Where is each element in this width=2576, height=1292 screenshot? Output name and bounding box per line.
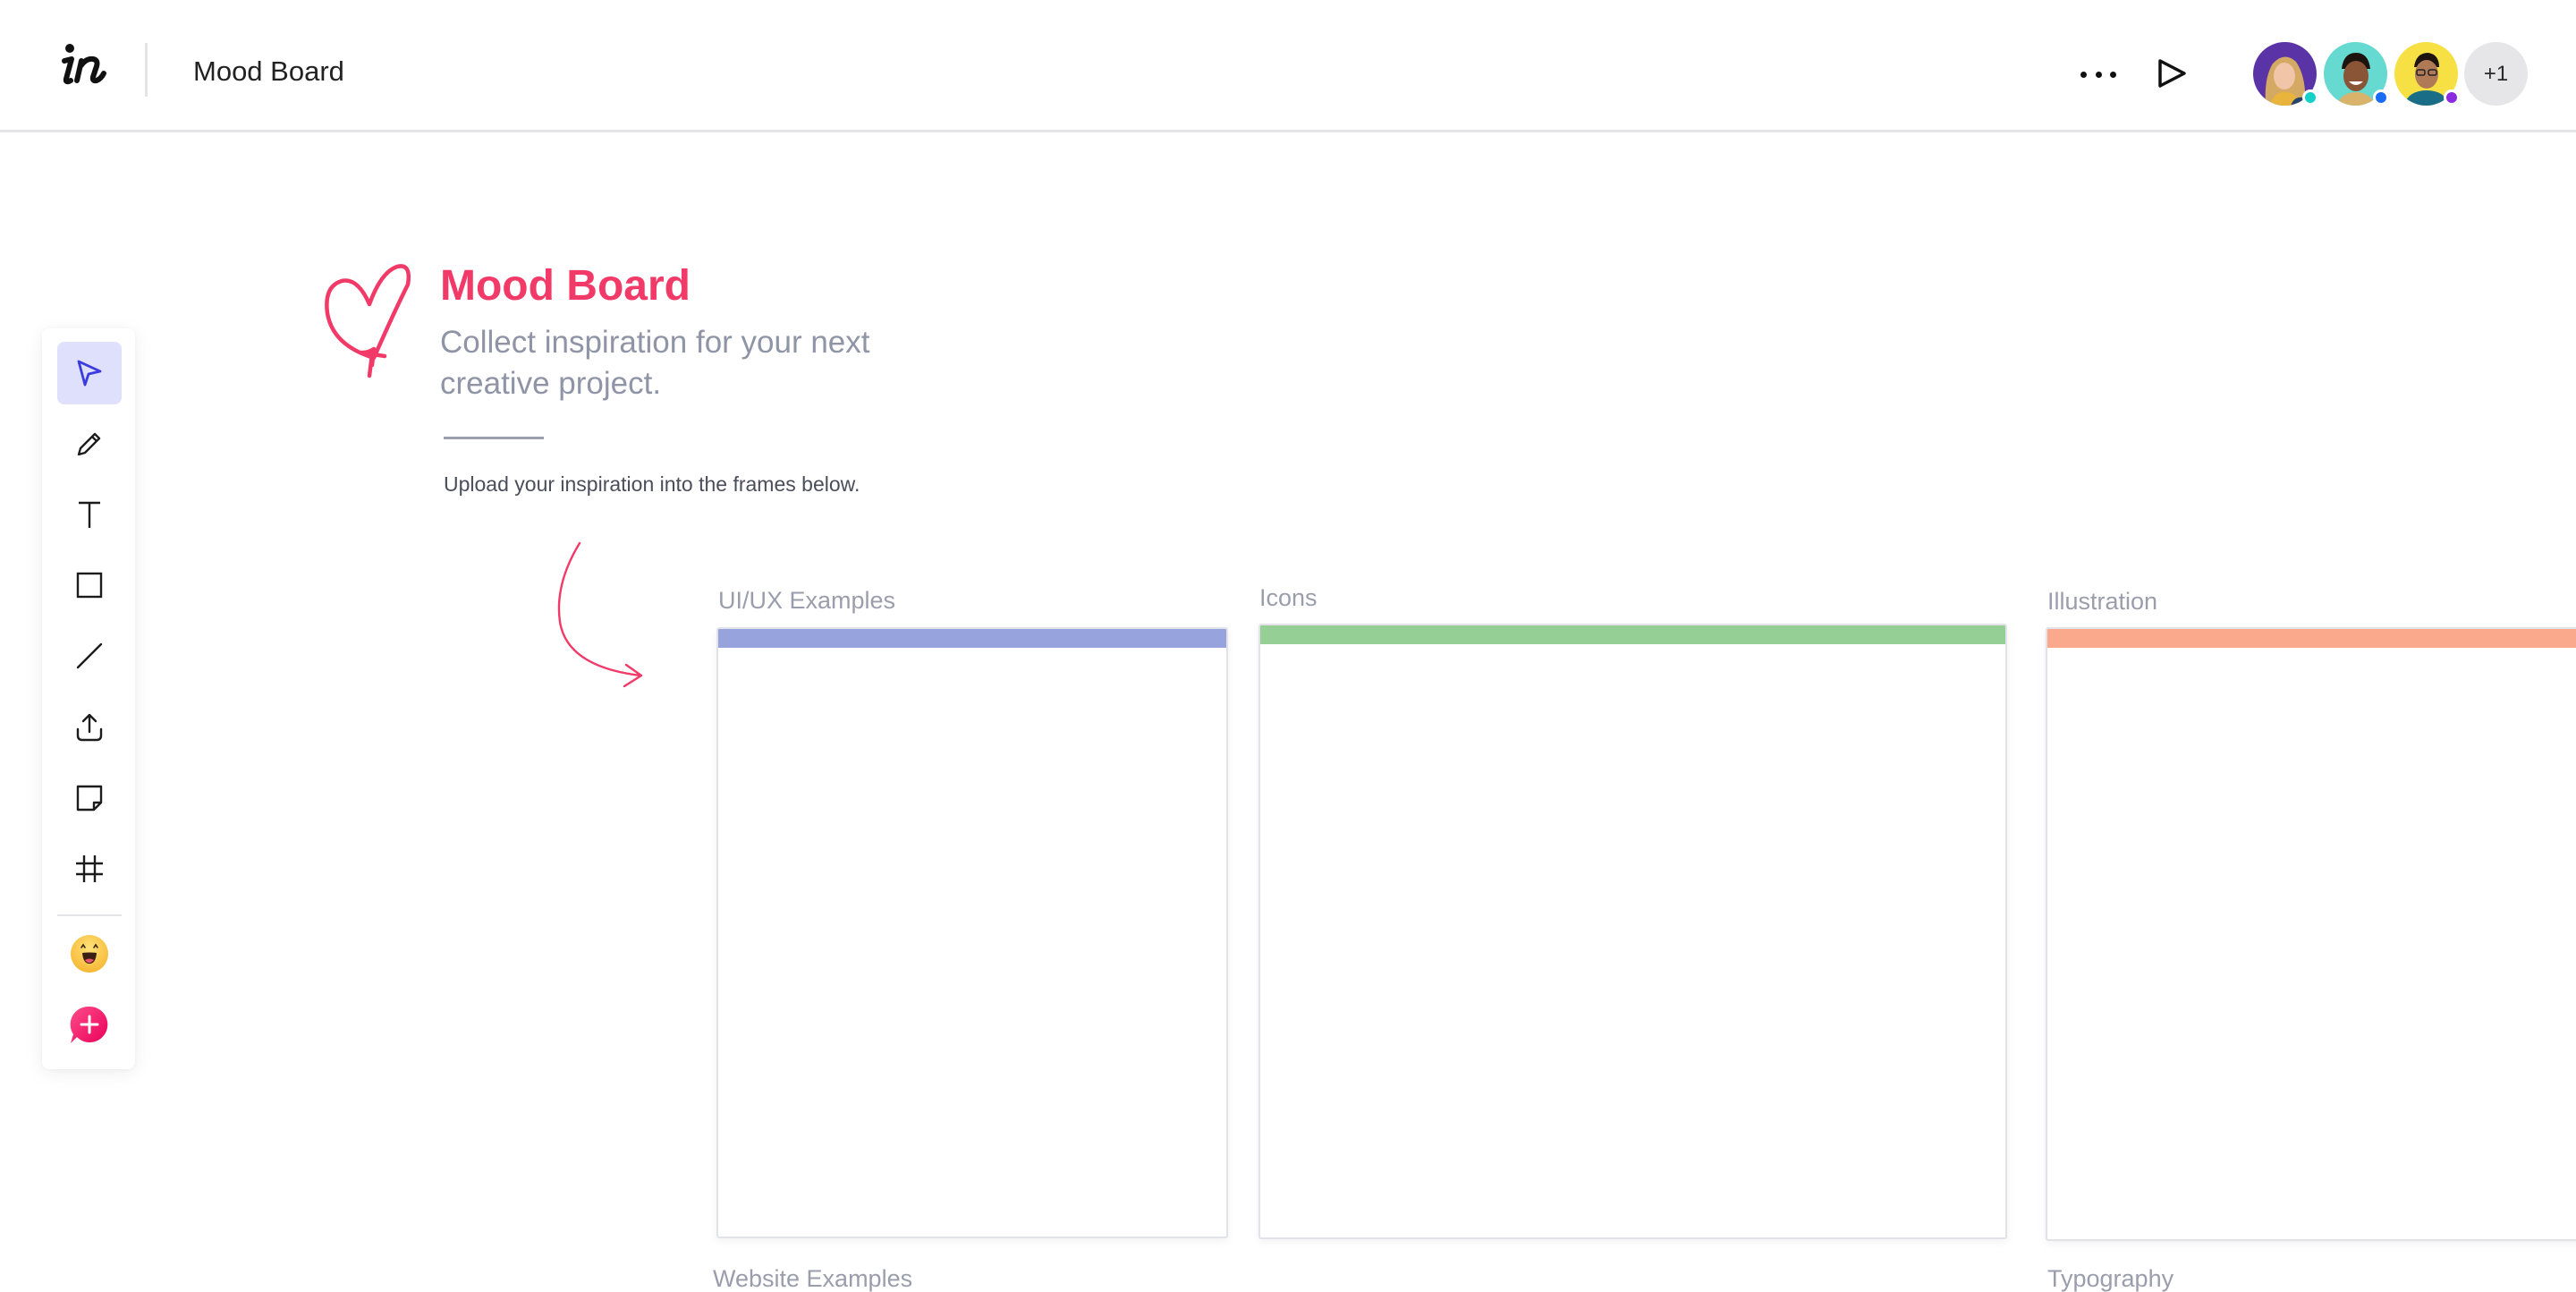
curved-arrow-icon[interactable] (537, 532, 662, 693)
more-dot (2096, 72, 2102, 78)
more-options-button[interactable] (2072, 59, 2125, 89)
tool-palette (42, 328, 135, 1069)
frame-label-illustration[interactable]: Illustration (2047, 586, 2157, 616)
mood-board-subtitle[interactable]: Collect inspiration for your next creati… (440, 322, 941, 404)
collaborator-avatar-3[interactable] (2394, 42, 2460, 106)
mood-board-heading[interactable]: Mood Board (440, 259, 691, 313)
play-icon[interactable] (2152, 54, 2191, 93)
select-tool-button[interactable] (57, 342, 122, 404)
header-divider (145, 43, 148, 97)
frame-label-typography[interactable]: Typography (2047, 1263, 2174, 1292)
hash-grid-icon (76, 855, 103, 882)
collaborator-avatar-2[interactable] (2324, 42, 2389, 106)
text-tool-button[interactable] (57, 483, 122, 546)
rectangle-tool-button[interactable] (57, 554, 122, 616)
heart-doodle-icon[interactable] (322, 259, 429, 385)
cursor-arrow-icon (77, 360, 102, 387)
frame-illustration[interactable] (2046, 627, 2576, 1241)
top-bar: Mood Board +1 (0, 0, 2576, 132)
frame-label-website-examples[interactable]: Website Examples (713, 1263, 912, 1292)
frame-label-uiux[interactable]: UI/UX Examples (718, 585, 895, 616)
board-title[interactable]: Mood Board (193, 54, 344, 89)
sticky-note-icon (76, 785, 103, 812)
collaborator-avatar-1[interactable] (2253, 42, 2318, 106)
frame-color-bar (1260, 625, 2005, 644)
upload-tool-button[interactable] (57, 696, 122, 759)
add-comment-button[interactable] (57, 993, 122, 1056)
upload-icon (76, 713, 103, 742)
frame-tool-button[interactable] (57, 837, 122, 900)
more-horizontal-icon (2080, 72, 2087, 78)
emoji-icon (71, 935, 108, 973)
text-icon (79, 501, 100, 528)
emoji-reaction-button[interactable] (57, 922, 122, 985)
invision-logo[interactable] (57, 39, 109, 89)
frame-color-bar (718, 629, 1226, 648)
status-indicator (2373, 89, 2389, 106)
more-collaborators-button[interactable]: +1 (2464, 42, 2528, 106)
frame-uiux-examples[interactable] (716, 627, 1228, 1238)
sticky-note-tool-button[interactable] (57, 767, 122, 829)
pencil-icon (77, 432, 101, 456)
frame-icons[interactable] (1258, 624, 2007, 1239)
line-icon (76, 642, 103, 669)
add-comment-icon (70, 1006, 108, 1043)
frame-color-bar (2047, 629, 2576, 648)
toolbar-divider (57, 914, 122, 916)
heading-divider (444, 437, 544, 439)
line-tool-button[interactable] (57, 625, 122, 687)
status-indicator (2444, 89, 2460, 106)
rectangle-icon (76, 572, 103, 599)
pencil-tool-button[interactable] (57, 412, 122, 475)
status-indicator (2302, 89, 2318, 106)
frame-label-icons[interactable]: Icons (1259, 582, 1318, 613)
instruction-text[interactable]: Upload your inspiration into the frames … (444, 471, 860, 497)
more-dot (2110, 72, 2116, 78)
